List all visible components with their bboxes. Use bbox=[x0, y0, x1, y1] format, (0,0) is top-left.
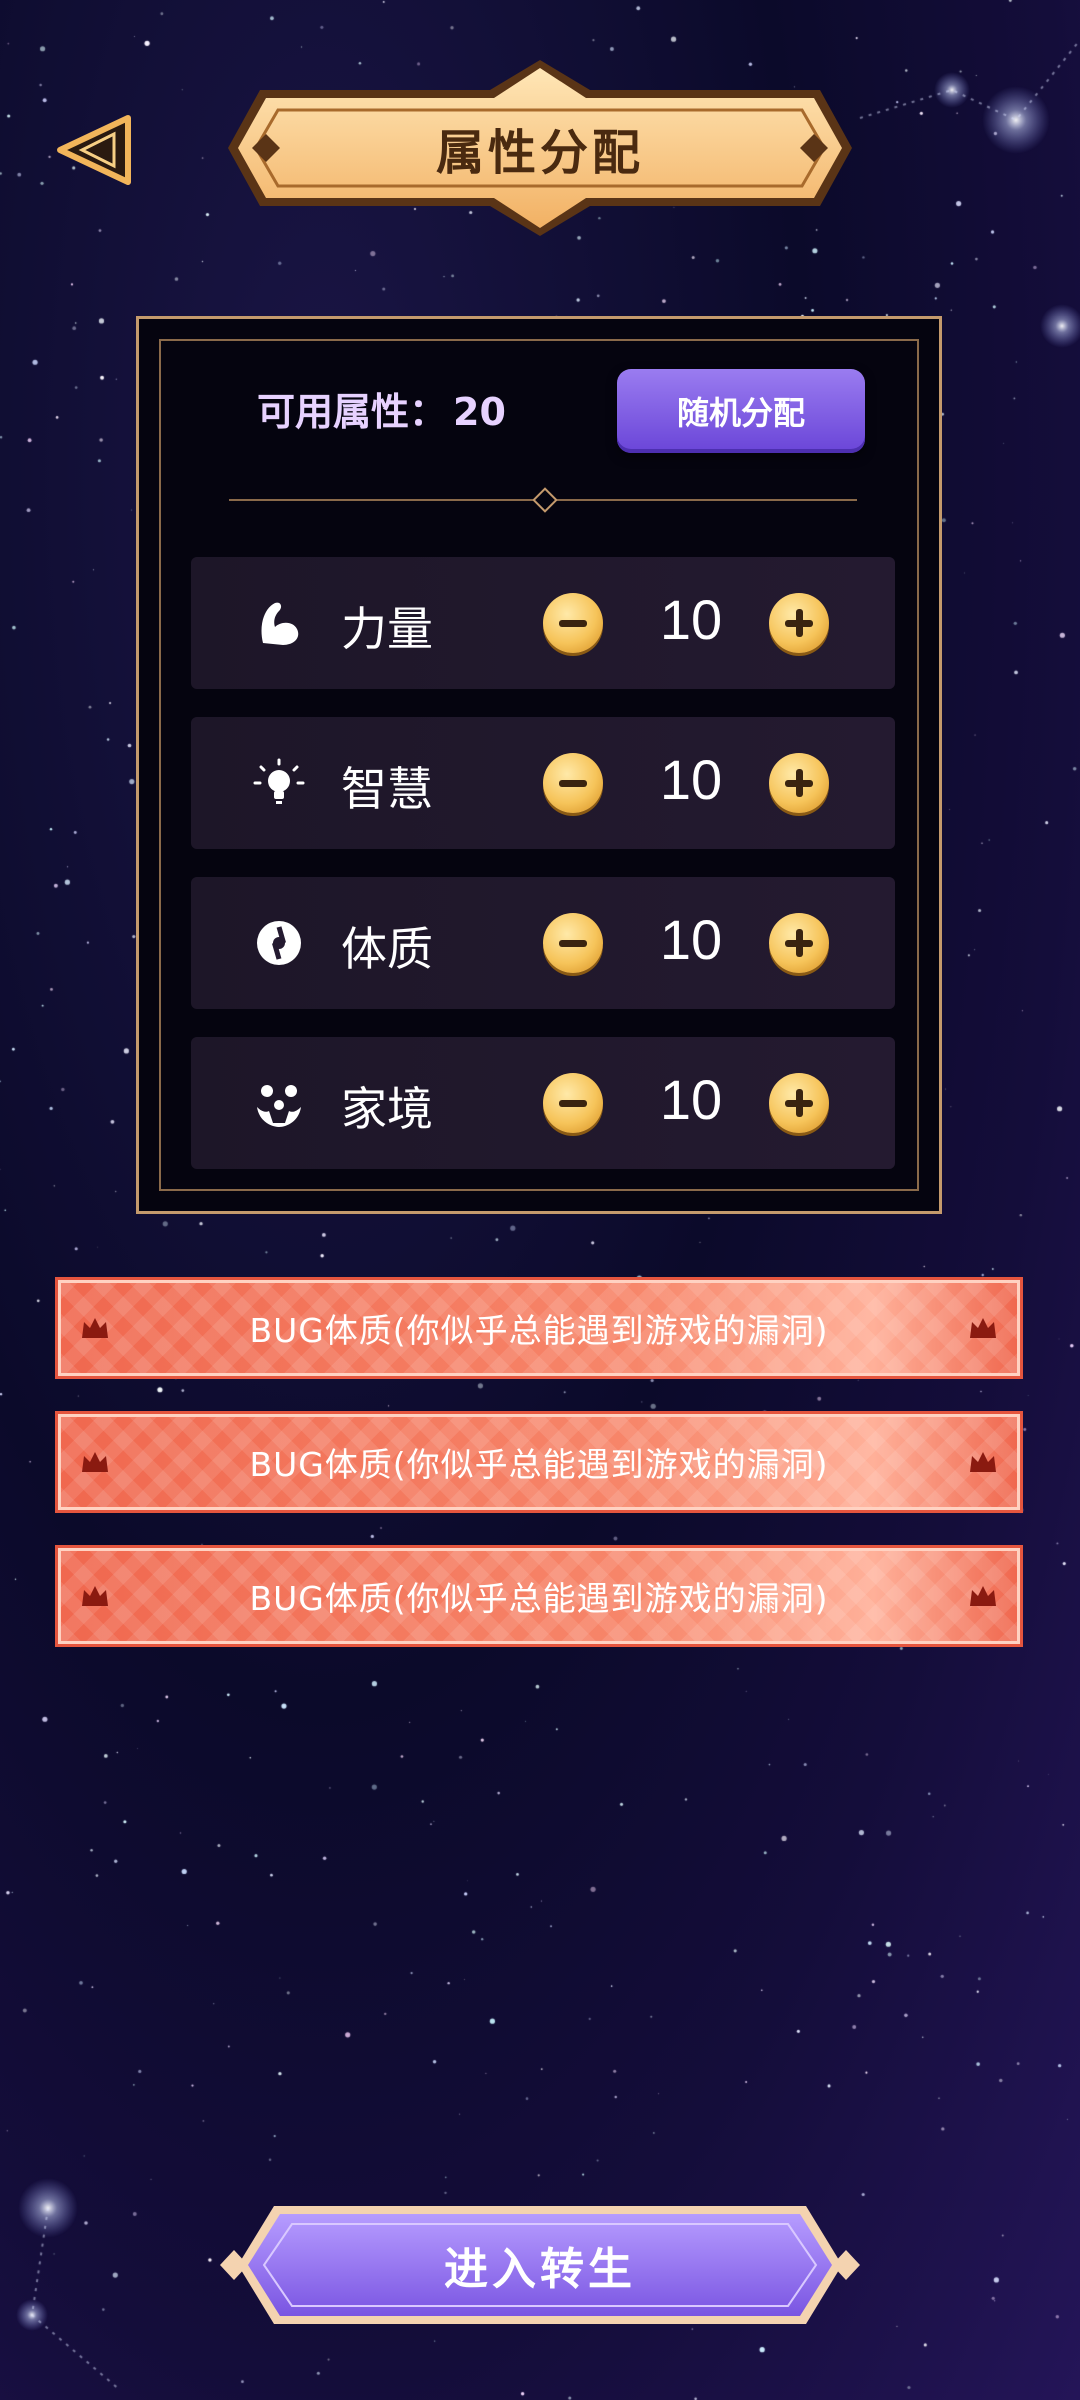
talent-text: BUG体质(你似乎总能遇到游戏的漏洞) bbox=[249, 1579, 829, 1618]
attribute-name: 智慧 bbox=[341, 762, 433, 816]
talent-banner[interactable]: BUG体质(你似乎总能遇到游戏的漏洞) bbox=[58, 1548, 1020, 1644]
plus-button[interactable] bbox=[769, 1073, 829, 1133]
attribute-value: 10 bbox=[659, 748, 723, 811]
attribute-name: 力量 bbox=[341, 602, 433, 656]
attribute-panel: 可用属性： 20 随机分配 力量 10 智慧 10 体质 10 家境 10 bbox=[136, 316, 942, 1214]
back-triangle-icon bbox=[57, 115, 131, 185]
title-banner: 属性分配 bbox=[220, 58, 860, 238]
page-title: 属性分配 bbox=[435, 125, 644, 181]
attribute-value: 10 bbox=[659, 1068, 723, 1131]
minus-button[interactable] bbox=[543, 593, 603, 653]
enter-rebirth-button[interactable]: 进入转生 bbox=[214, 2200, 866, 2330]
talent-text: BUG体质(你似乎总能遇到游戏的漏洞) bbox=[249, 1445, 829, 1484]
muscle-icon bbox=[261, 602, 299, 645]
talent-text: BUG体质(你似乎总能遇到游戏的漏洞) bbox=[249, 1311, 829, 1350]
body-icon bbox=[257, 921, 301, 965]
talent-banner[interactable]: BUG体质(你似乎总能遇到游戏的漏洞) bbox=[58, 1414, 1020, 1510]
attribute-name: 家境 bbox=[341, 1082, 433, 1136]
available-label-text: 可用属性： bbox=[257, 390, 448, 434]
attribute-name: 体质 bbox=[341, 922, 433, 976]
minus-button[interactable] bbox=[543, 753, 603, 813]
plus-button[interactable] bbox=[769, 593, 829, 653]
talent-banner[interactable]: BUG体质(你似乎总能遇到游戏的漏洞) bbox=[58, 1280, 1020, 1376]
attribute-row-constitution: 体质 10 bbox=[191, 877, 895, 1009]
minus-button[interactable] bbox=[543, 913, 603, 973]
lightbulb-icon bbox=[253, 758, 305, 804]
attribute-row-strength: 力量 10 bbox=[191, 557, 895, 689]
attribute-row-wisdom: 智慧 10 bbox=[191, 717, 895, 849]
plus-button[interactable] bbox=[769, 913, 829, 973]
available-points-value: 20 bbox=[453, 390, 506, 434]
enter-rebirth-label: 进入转生 bbox=[444, 2244, 636, 2295]
available-points-label: 可用属性： 20 bbox=[251, 381, 506, 436]
plus-button[interactable] bbox=[769, 753, 829, 813]
minus-button[interactable] bbox=[543, 1073, 603, 1133]
attribute-value: 10 bbox=[659, 588, 723, 651]
attribute-value: 10 bbox=[659, 908, 723, 971]
family-icon bbox=[257, 1085, 301, 1127]
attribute-row-family: 家境 10 bbox=[191, 1037, 895, 1169]
random-allocate-button[interactable]: 随机分配 bbox=[617, 369, 865, 453]
back-button[interactable] bbox=[52, 110, 142, 190]
